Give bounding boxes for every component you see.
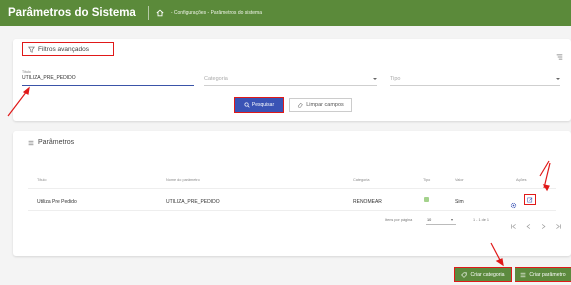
breadcrumb: - Configurações - Parâmetros do sistema (170, 10, 262, 16)
next-page-icon[interactable] (540, 217, 547, 235)
filter-icon (28, 46, 35, 53)
chevron-down-icon (373, 78, 377, 80)
titulo-label: Título (22, 70, 31, 74)
categoria-placeholder: Categoria (204, 76, 228, 82)
column-header-nome[interactable]: Nome do parâmetro (166, 178, 200, 182)
chevron-down-icon (451, 219, 453, 221)
row-titulo: Utiliza Pre Pedido (37, 199, 77, 205)
row-nome: UTILIZA_PRE_PEDIDO (166, 199, 220, 205)
column-header-acoes: Ações (516, 178, 527, 182)
clear-fields-button[interactable]: Limpar campos (289, 98, 352, 112)
titulo-input[interactable]: UTILIZA_PRE_PEDIDO (22, 75, 194, 81)
last-page-icon[interactable] (555, 217, 562, 235)
list-icon (28, 140, 34, 145)
filters-panel: Filtros avançados Título UTILIZA_PRE_PED… (13, 39, 571, 121)
table-row-divider (28, 210, 556, 211)
collapse-filter-icon[interactable] (556, 47, 563, 65)
search-button[interactable]: Pesquisar (234, 97, 284, 113)
column-header-titulo[interactable]: Título (37, 178, 47, 182)
row-categoria: RENOMEAR (353, 199, 382, 205)
boolean-type-icon (424, 197, 429, 202)
categoria-underline (204, 85, 377, 86)
edit-button[interactable] (524, 194, 536, 205)
clear-fields-label: Limpar campos (306, 102, 344, 108)
create-category-label: Criar categoria (470, 271, 505, 278)
items-per-page-select[interactable]: 10 (427, 218, 431, 222)
list-icon (520, 272, 526, 277)
create-category-button[interactable]: Criar categoria (454, 267, 512, 282)
tag-icon (461, 271, 468, 278)
pagination-range: 1 - 1 de 1 (473, 218, 490, 222)
top-bar: Parâmetros do Sistema - Configurações - … (0, 0, 571, 26)
categoria-select[interactable]: Categoria (204, 73, 377, 86)
previous-page-icon[interactable] (525, 217, 532, 235)
column-header-valor[interactable]: Valor (455, 178, 464, 182)
tipo-select[interactable]: Tipo (390, 73, 560, 86)
tipo-placeholder: Tipo (390, 76, 401, 82)
titulo-underline (22, 85, 194, 86)
titulo-field[interactable]: Título UTILIZA_PRE_PEDIDO (22, 70, 194, 86)
eraser-icon (298, 102, 303, 108)
items-per-page-label: Itens por página (385, 218, 413, 222)
params-header: Parâmetros (28, 139, 74, 146)
search-icon (244, 102, 250, 108)
column-header-categoria[interactable]: Categoria (353, 178, 369, 182)
search-button-label: Pesquisar (251, 102, 275, 108)
edit-icon (527, 197, 533, 202)
table-header-divider (28, 188, 556, 189)
params-panel: Parâmetros Título Nome do parâmetro Cate… (13, 131, 571, 256)
app-title: Parâmetros do Sistema (8, 7, 136, 19)
gear-icon[interactable] (510, 196, 517, 214)
create-param-button[interactable]: Criar parâmetro (515, 267, 571, 282)
params-title: Parâmetros (38, 139, 75, 146)
header-separator (147, 6, 149, 20)
create-param-label: Criar parâmetro (529, 271, 566, 278)
row-valor: Sim (455, 199, 464, 205)
column-header-tipo[interactable]: Tipo (423, 178, 430, 182)
filters-title: Filtros avançados (38, 45, 89, 53)
home-icon[interactable] (156, 9, 164, 17)
chevron-down-icon (556, 78, 560, 80)
items-per-page-underline (426, 224, 456, 225)
tipo-underline (390, 85, 560, 86)
first-page-icon[interactable] (510, 217, 517, 235)
filters-toggle[interactable]: Filtros avançados (22, 42, 114, 56)
